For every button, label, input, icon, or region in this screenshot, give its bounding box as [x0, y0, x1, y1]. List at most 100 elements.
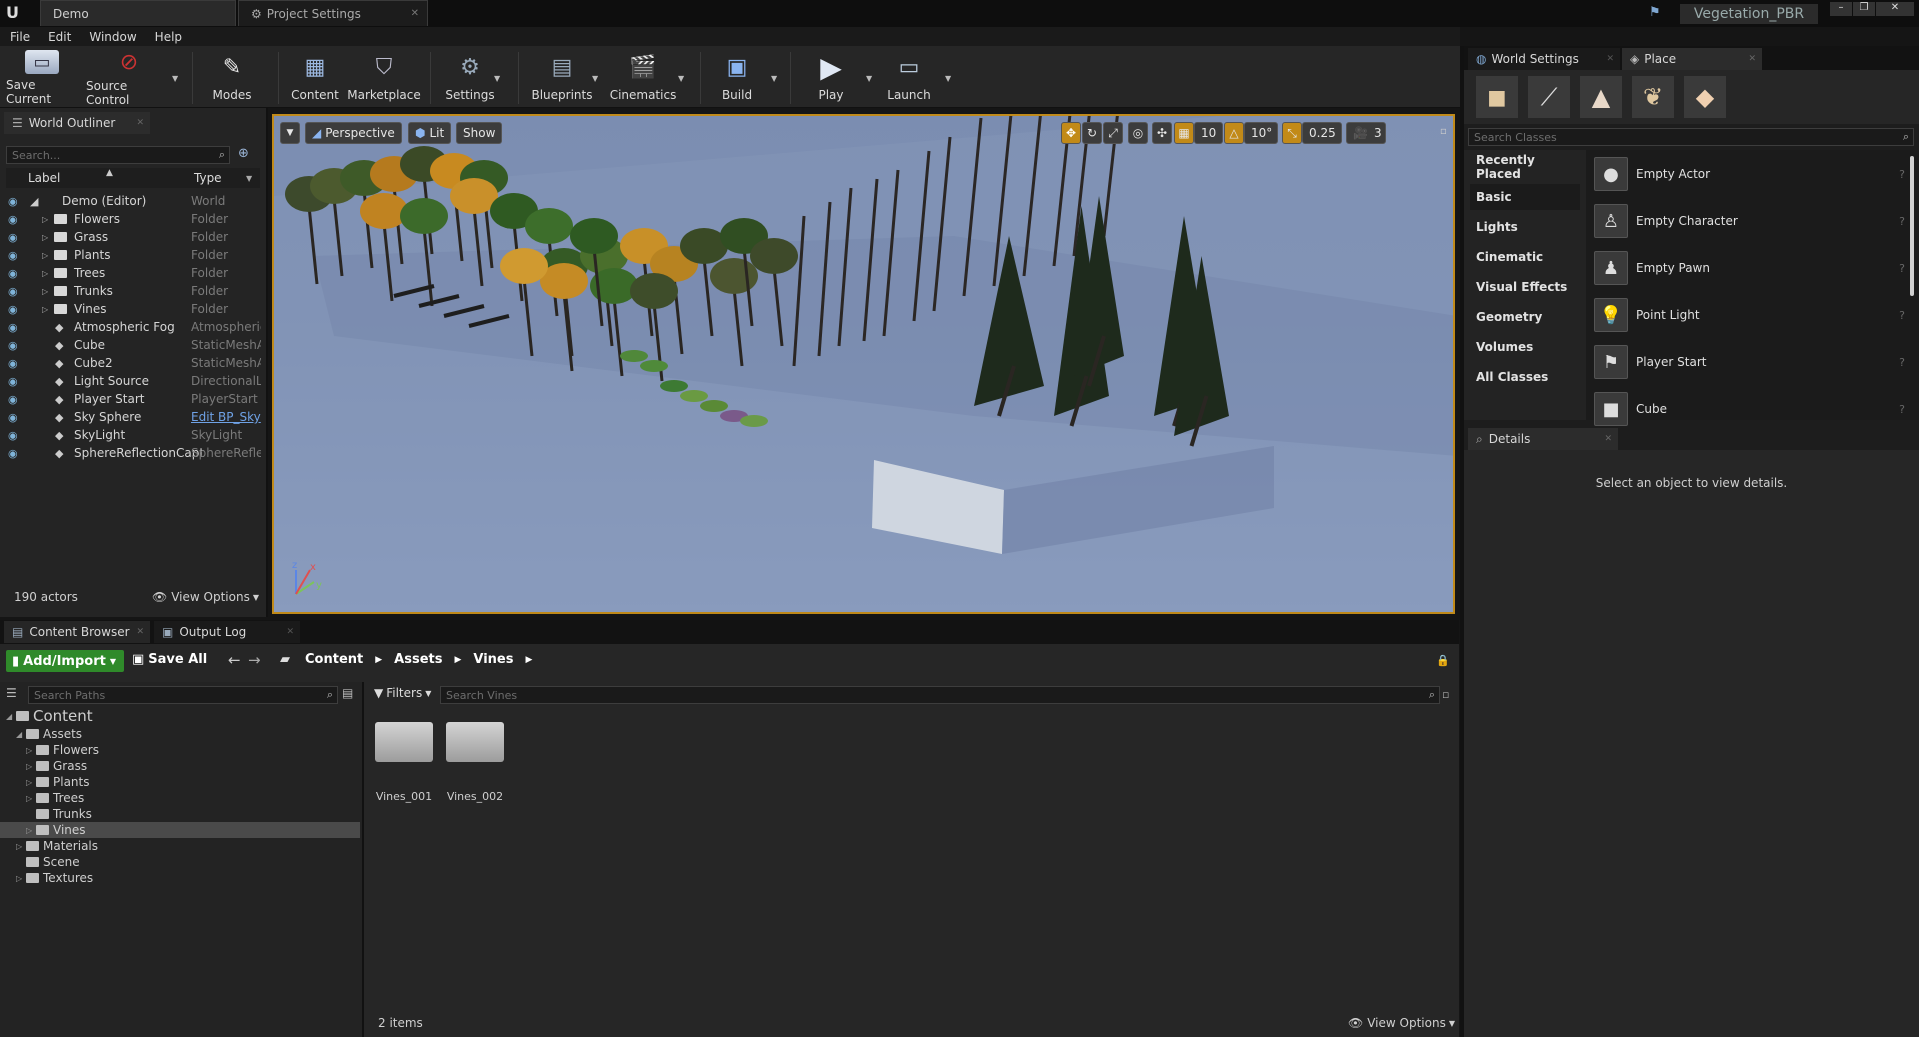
breadcrumb-content[interactable]: Content	[305, 652, 363, 667]
tab-world-settings[interactable]: ◍ World Settings ✕	[1468, 48, 1620, 70]
category-item[interactable]: Visual Effects	[1470, 274, 1580, 300]
category-item[interactable]: Geometry	[1470, 304, 1580, 330]
lock-icon[interactable]: 🔒	[1436, 654, 1450, 667]
play-dropdown-icon[interactable]: ▼	[866, 74, 872, 83]
surface-snap-button[interactable]: ✣	[1152, 122, 1172, 144]
sources-toggle-icon[interactable]: ☰	[6, 686, 17, 700]
visibility-eye-icon[interactable]: ◉	[8, 447, 18, 460]
cinematics-button[interactable]: 🎬 Cinematics	[610, 50, 677, 106]
show-button[interactable]: Show	[456, 122, 503, 144]
outliner-row[interactable]: ◉ ▷ Flowers Folder	[0, 210, 266, 228]
category-item[interactable]: Cinematic	[1470, 244, 1580, 270]
close-tab-icon[interactable]: ✕	[1606, 54, 1614, 64]
tree-folder[interactable]: ▷ Trees	[0, 790, 360, 806]
lit-button[interactable]: ⬢ Lit	[408, 122, 452, 144]
expand-arrow-icon[interactable]: ▷	[42, 215, 48, 224]
maximize-viewport-icon[interactable]: ▫	[1440, 126, 1447, 137]
cb-view-options-button[interactable]: 👁 View Options ▼	[1348, 1016, 1455, 1030]
visibility-eye-icon[interactable]: ◉	[8, 393, 18, 406]
create-folder-icon[interactable]: ⊕	[238, 146, 249, 161]
help-icon[interactable]: ?	[1899, 403, 1905, 416]
tab-place[interactable]: ◈ Place ✕	[1622, 48, 1762, 70]
visibility-eye-icon[interactable]: ◉	[8, 231, 18, 244]
source-control-button[interactable]: ⊘ Source Control	[86, 50, 172, 107]
type-dropdown-icon[interactable]: ▼	[246, 174, 252, 183]
source-control-dropdown-icon[interactable]: ▼	[172, 74, 178, 83]
launch-dropdown-icon[interactable]: ▼	[945, 74, 951, 83]
visibility-eye-icon[interactable]: ◉	[8, 429, 18, 442]
world-local-toggle[interactable]: ◎	[1128, 122, 1148, 144]
expand-arrow-icon[interactable]: ▷	[42, 233, 48, 242]
search-classes-input[interactable]: Search Classes ⌕	[1468, 128, 1914, 146]
add-import-button[interactable]: ▮ Add/Import ▼	[6, 650, 124, 672]
expand-arrow-icon[interactable]: ▷	[26, 746, 36, 755]
help-icon[interactable]: ?	[1899, 262, 1905, 275]
tree-folder[interactable]: ◢ Content	[0, 706, 360, 726]
visibility-eye-icon[interactable]: ◉	[8, 375, 18, 388]
close-window-button[interactable]: ✕	[1876, 2, 1914, 16]
outliner-row[interactable]: ◉ ▷ Grass Folder	[0, 228, 266, 246]
breadcrumb-vines[interactable]: Vines	[473, 652, 513, 667]
outliner-view-options-button[interactable]: 👁 View Options ▼	[152, 590, 259, 604]
asset-folder-vines-001[interactable]	[375, 722, 433, 762]
expand-arrow-icon[interactable]: ▷	[26, 762, 36, 771]
expand-arrow-icon[interactable]: ▷	[16, 874, 26, 883]
tree-folder[interactable]: ◢ Assets	[0, 726, 360, 742]
expand-arrow-icon[interactable]: ▷	[42, 269, 48, 278]
outliner-row[interactable]: ◉ SphereReflectionCapt ◆ SphereReflec	[0, 444, 266, 462]
close-tab-icon[interactable]: ✕	[1604, 434, 1612, 444]
outliner-row[interactable]: ◉ SkyLight ◆ SkyLight	[0, 426, 266, 444]
save-all-button[interactable]: ▣ Save All	[132, 652, 207, 667]
place-item[interactable]: ● Empty Actor?	[1594, 152, 1919, 196]
cinematics-dropdown-icon[interactable]: ▼	[678, 74, 684, 83]
visibility-eye-icon[interactable]: ◉	[8, 339, 18, 352]
help-icon[interactable]: ?	[1899, 168, 1905, 181]
tree-folder[interactable]: ▷ Plants	[0, 774, 360, 790]
tree-folder[interactable]: Scene	[0, 854, 360, 870]
tab-output-log[interactable]: ▣ Output Log ✕	[154, 621, 300, 643]
place-item[interactable]: ♟ Empty Pawn?	[1594, 246, 1919, 290]
asset-folder-vines-002[interactable]	[446, 722, 504, 762]
help-icon[interactable]: ?	[1899, 309, 1905, 322]
category-item[interactable]: Basic	[1470, 184, 1580, 210]
translate-tool-button[interactable]: ✥	[1061, 122, 1081, 144]
tab-content-browser[interactable]: ▤ Content Browser ✕	[4, 621, 150, 643]
paint-mode-icon[interactable]: ⟋	[1528, 76, 1570, 118]
outliner-row[interactable]: ◉ Player Start ◆ PlayerStart	[0, 390, 266, 408]
level-viewport[interactable]: ▼ ◢ Perspective ⬢ Lit Show ✥ ↻ ⤢ ◎ ✣ ▦ 1…	[272, 114, 1455, 614]
launch-button[interactable]: ▭ Launch	[884, 50, 934, 106]
search-paths-input[interactable]: Search Paths ⌕	[28, 686, 338, 704]
category-item[interactable]: Volumes	[1470, 334, 1580, 360]
settings-button[interactable]: ⚙ Settings	[442, 50, 498, 106]
menu-edit[interactable]: Edit	[48, 30, 71, 44]
tree-folder[interactable]: ▷ Materials	[0, 838, 360, 854]
geometry-mode-icon[interactable]: ◆	[1684, 76, 1726, 118]
settings-dropdown-icon[interactable]: ▼	[494, 74, 500, 83]
close-tab-icon[interactable]: ✕	[136, 118, 144, 128]
visibility-eye-icon[interactable]: ◉	[8, 411, 18, 424]
expand-arrow-icon[interactable]: ▷	[42, 305, 48, 314]
outliner-row[interactable]: ◉ Sky Sphere ◆ Edit BP_Sky	[0, 408, 266, 426]
place-item[interactable]: ♙ Empty Character?	[1594, 199, 1919, 243]
tree-folder[interactable]: ▷ Grass	[0, 758, 360, 774]
rotate-tool-button[interactable]: ↻	[1082, 122, 1102, 144]
visibility-eye-icon[interactable]: ◉	[8, 321, 18, 334]
menu-window[interactable]: Window	[89, 30, 136, 44]
outliner-row[interactable]: ◉ ▷ Trunks Folder	[0, 282, 266, 300]
place-mode-icon[interactable]: ◼	[1476, 76, 1518, 118]
chevron-right-icon[interactable]: ▶	[454, 655, 461, 665]
place-item[interactable]: ■ Cube?	[1594, 387, 1919, 431]
tab-world-outliner[interactable]: ☰ World Outliner ✕	[4, 112, 150, 134]
visibility-eye-icon[interactable]: ◉	[8, 249, 18, 262]
camera-speed-button[interactable]: 🎥 3	[1346, 122, 1386, 144]
outliner-search-input[interactable]: Search... ⌕	[6, 146, 230, 164]
visibility-eye-icon[interactable]: ◉	[8, 267, 18, 280]
viewport-options-button[interactable]: ▼	[280, 122, 300, 144]
grid-snap-button[interactable]: ▦	[1174, 122, 1194, 144]
forward-arrow-icon[interactable]: →	[248, 651, 261, 669]
expand-arrow-icon[interactable]: ▷	[16, 842, 26, 851]
tree-folder[interactable]: ▷ Textures	[0, 870, 360, 886]
perspective-button[interactable]: ◢ Perspective	[305, 122, 402, 144]
back-arrow-icon[interactable]: ←	[228, 651, 241, 669]
expand-arrow-icon[interactable]: ◢	[16, 730, 26, 739]
